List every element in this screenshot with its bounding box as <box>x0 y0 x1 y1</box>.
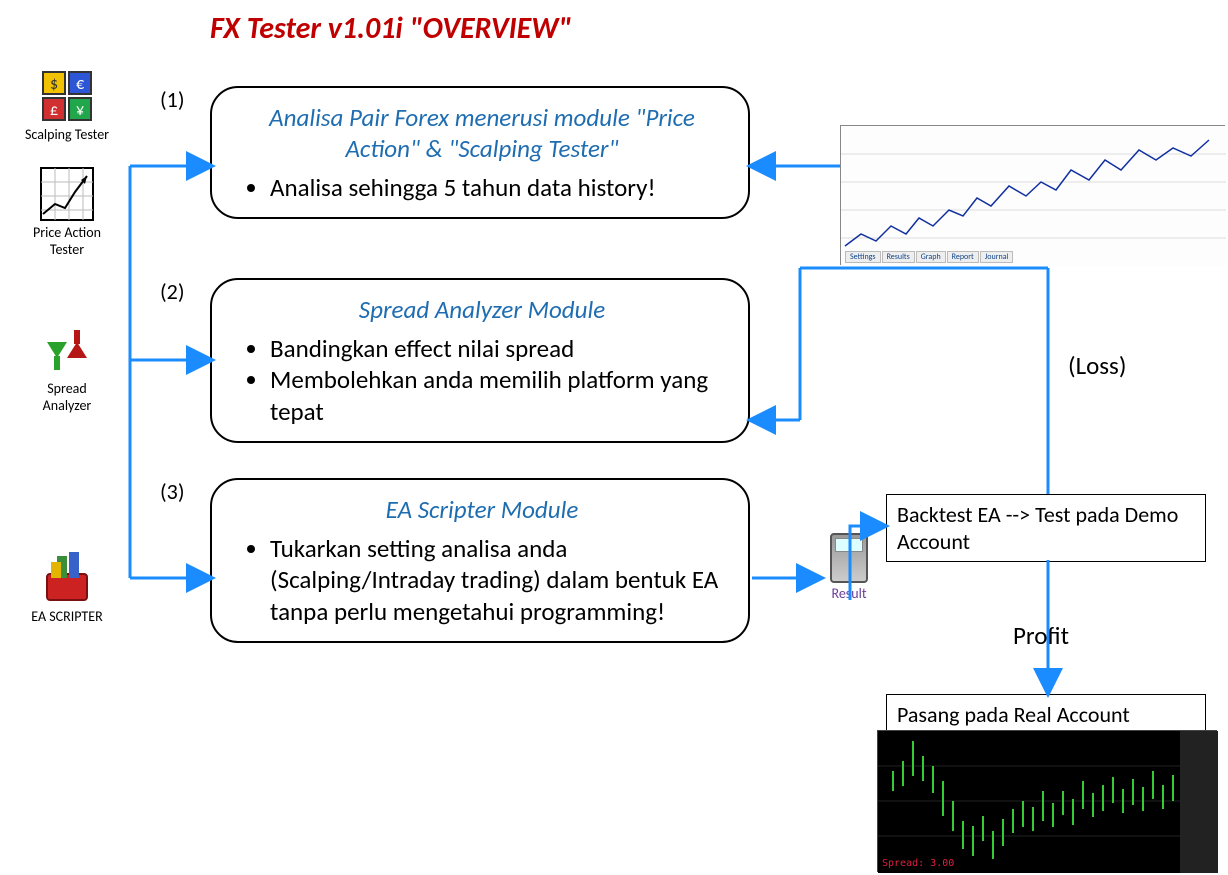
spread-analyzer-label: Spread Analyzer <box>22 380 112 414</box>
result-label: Result <box>822 585 876 602</box>
chart-tab: Results <box>882 251 915 263</box>
real-account-box: Pasang pada Real Account <box>886 694 1206 735</box>
chart-tab: Graph <box>916 251 946 263</box>
ea-scripter-icon: EA SCRIPTER <box>22 548 112 625</box>
ea-scripter-label: EA SCRIPTER <box>22 608 112 625</box>
chart-tab: Settings <box>845 251 881 263</box>
chart-tab-row: SettingsResultsGraphReportJournal <box>845 252 1014 262</box>
step-2-number: (2) <box>160 278 185 305</box>
svg-text:€: € <box>76 75 84 94</box>
live-chart-icon: Spread: 3.00 <box>877 730 1217 872</box>
module-2-title: Spread Analyzer Module <box>240 294 724 325</box>
module-3-title: EA Scripter Module <box>240 494 724 525</box>
module-2-bullet-2: Membolehkan anda memilih platform yang t… <box>270 364 724 427</box>
svg-text:£: £ <box>50 101 58 120</box>
module-box-1: Analisa Pair Forex menerusi module "Pric… <box>210 86 750 219</box>
module-box-3: EA Scripter Module Tukarkan setting anal… <box>210 478 750 643</box>
module-box-2: Spread Analyzer Module Bandingkan effect… <box>210 278 750 443</box>
calculator-icon <box>830 533 868 583</box>
scalping-tester-label: Scalping Tester <box>22 126 112 143</box>
svg-text:$: $ <box>50 75 58 94</box>
loss-label: (Loss) <box>1068 350 1126 381</box>
chart-tab: Report <box>947 251 979 263</box>
equity-chart-icon: SettingsResultsGraphReportJournal <box>840 125 1225 265</box>
svg-text:¥: ¥ <box>76 101 84 120</box>
result-icon: Result <box>822 533 876 602</box>
module-2-bullet-1: Bandingkan effect nilai spread <box>270 333 724 364</box>
price-action-tester-label: Price Action Tester <box>22 224 112 258</box>
backtest-box: Backtest EA --> Test pada Demo Account <box>886 494 1206 562</box>
chart-tab: Journal <box>980 251 1014 263</box>
scalping-tester-icon: $ € £ ¥ Scalping Tester <box>22 66 112 143</box>
module-3-bullet-1: Tukarkan setting analisa anda (Scalping/… <box>270 533 724 627</box>
step-3-number: (3) <box>160 478 185 505</box>
diagram-title: FX Tester v1.01i "OVERVIEW" <box>210 10 572 47</box>
step-1-number: (1) <box>160 86 185 113</box>
spread-analyzer-icon: Spread Analyzer <box>22 320 112 414</box>
spread-readout: Spread: 3.00 <box>882 858 954 869</box>
profit-label: Profit <box>1013 620 1069 651</box>
module-1-bullet-1: Analisa sehingga 5 tahun data history! <box>270 172 724 203</box>
price-action-tester-icon: Price Action Tester <box>22 164 112 258</box>
module-1-title: Analisa Pair Forex menerusi module "Pric… <box>240 102 724 164</box>
